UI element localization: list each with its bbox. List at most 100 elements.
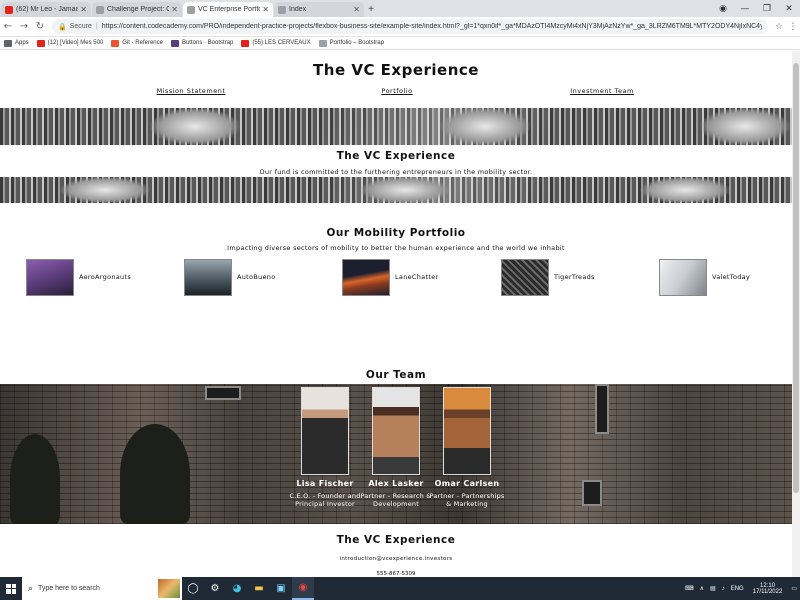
portfolio-item-name: AutoBueno — [237, 273, 276, 281]
tab-label: VC Enterprise Portfolio — [198, 6, 261, 13]
restore-icon[interactable]: ❐ — [756, 0, 778, 17]
clock-date: 17/11/2022 — [752, 588, 783, 595]
member-name: Alex Lasker — [368, 479, 424, 488]
chrome-icon[interactable]: ◉ — [292, 577, 314, 600]
reload-icon[interactable]: ↻ — [32, 17, 48, 37]
browser-tab-index[interactable]: Index ✕ — [274, 2, 364, 17]
bookmark-label: Git - Reference — [122, 40, 163, 46]
site-title: The VC Experience — [313, 61, 479, 79]
portfolio-item-valettoday: ValetToday — [659, 258, 750, 296]
forward-arrow-icon[interactable]: → — [16, 17, 32, 37]
nav-link-mission-statement[interactable]: Mission Statement — [157, 87, 226, 95]
browser-tab-challenge-project[interactable]: Challenge Project: Comp ✕ — [92, 2, 182, 17]
bookmark-label: Buttons · Bootstrap — [181, 40, 234, 46]
bookmark-git[interactable]: Git - Reference — [111, 39, 163, 47]
search-highlight-art — [158, 579, 180, 598]
nav-link-investment-team[interactable]: Investment Team — [570, 87, 634, 95]
youtube-icon — [241, 39, 250, 47]
member-photo — [301, 387, 349, 475]
bookmark-label: (55) LES CERVEAUX — [252, 40, 311, 46]
tab-label: Challenge Project: Comp — [107, 6, 170, 13]
tab-close-icon[interactable]: ✕ — [171, 5, 178, 14]
team-member-lisa-fischer: Lisa Fischer C.E.O. - Founder and Princi… — [285, 384, 365, 508]
close-window-icon[interactable]: ✕ — [778, 0, 800, 17]
browser-tab-vc-portfolio[interactable]: VC Enterprise Portfolio ✕ — [183, 2, 273, 17]
file-explorer-icon[interactable]: ▬ — [248, 577, 270, 600]
tab-close-icon[interactable]: ✕ — [80, 5, 87, 14]
team-member-alex-lasker: Alex Lasker Partner - Research & Develop… — [356, 384, 436, 508]
volume-icon[interactable]: ♪ — [722, 586, 725, 592]
profile-icon[interactable]: ◉ — [712, 0, 734, 17]
search-placeholder: Type here to search — [38, 585, 100, 592]
tab-close-icon[interactable]: ✕ — [262, 5, 269, 14]
nav-link-portfolio[interactable]: Portfolio — [381, 87, 412, 95]
site-nav: Mission Statement Portfolio Investment T… — [0, 87, 792, 99]
search-icon: ⌕ — [28, 583, 34, 593]
background-tree — [10, 434, 60, 524]
page-icon — [318, 39, 327, 47]
footer-email: introduction@vcexperience.investors — [339, 556, 453, 562]
keyboard-icon[interactable]: ⌨ — [685, 585, 694, 592]
tab-close-icon[interactable]: ✕ — [353, 5, 360, 14]
lock-icon: 🔒 — [58, 23, 67, 31]
team-section: Lisa Fischer C.E.O. - Founder and Princi… — [0, 384, 792, 524]
network-icon[interactable]: ▤ — [710, 585, 716, 592]
security-label: Secure — [69, 23, 92, 30]
apps-grid-icon — [4, 39, 12, 47]
store-icon[interactable]: ▣ — [270, 577, 292, 600]
bookmark-label: (12) [Video] Mes 500 — [47, 40, 104, 46]
bookmark-star-icon[interactable]: ☆ — [772, 17, 786, 37]
git-icon — [111, 39, 120, 47]
bookmark-cerveaux[interactable]: (55) LES CERVEAUX — [241, 39, 311, 47]
portfolio-item-tigertreads: TigerTreads — [501, 258, 595, 296]
edge-browser-icon[interactable]: ◕ — [226, 577, 248, 600]
notifications-icon[interactable]: ▭ — [791, 585, 797, 592]
portfolio-title: Our Mobility Portfolio — [326, 227, 466, 239]
member-role: C.E.O. - Founder and Principal Investor — [289, 492, 361, 508]
address-bar[interactable]: 🔒 Secure | https://content.codecademy.co… — [52, 19, 768, 34]
task-view-icon[interactable]: ◯ — [182, 577, 204, 600]
team-member-omar-carlsen: Omar Carlsen Partner - Partnerships & Ma… — [427, 384, 507, 508]
hero-title: The VC Experience — [336, 150, 456, 162]
taskbar-clock[interactable]: 12:10 17/11/2022 — [753, 583, 783, 595]
portfolio-item-lanechatter: LaneChatter — [342, 258, 438, 296]
portfolio-thumbnail — [342, 258, 390, 296]
hero-image-bottom — [0, 177, 792, 203]
back-arrow-icon[interactable]: ← — [0, 17, 16, 37]
page-viewport: The VC Experience Mission Statement Port… — [0, 51, 792, 577]
bookmark-apps[interactable]: Apps — [4, 39, 29, 47]
background-tree — [120, 424, 190, 524]
portfolio-item-name: TigerTreads — [554, 273, 595, 281]
page-favicon-icon — [96, 5, 104, 14]
widgets-icon[interactable]: ⚙ — [204, 577, 226, 600]
bookmark-portfolio[interactable]: Portfolio – Bootstrap — [318, 39, 384, 47]
portfolio-item-name: LaneChatter — [395, 273, 439, 281]
portfolio-thumbnail — [659, 258, 707, 296]
system-tray: ⌨ ∧ ▤ ♪ ENG 12:10 17/11/2022 ▭ — [682, 577, 800, 600]
scrollbar-thumb[interactable] — [793, 63, 799, 493]
youtube-icon — [36, 39, 45, 47]
start-button[interactable] — [0, 577, 22, 600]
browser-tab-youtube[interactable]: (62) Mr Leo - Jamais-Jam ✕ — [1, 2, 91, 17]
member-name: Lisa Fischer — [296, 479, 354, 488]
taskbar-search-box[interactable]: ⌕ Type here to search — [22, 577, 182, 600]
tray-chevron-up-icon[interactable]: ∧ — [700, 585, 704, 592]
background-window — [582, 480, 602, 506]
member-photo — [372, 387, 420, 475]
bookmark-video[interactable]: (12) [Video] Mes 500 — [36, 39, 104, 47]
page-scrollbar[interactable] — [792, 51, 800, 577]
member-role: Partner - Research & Development — [360, 492, 432, 508]
bookmark-bootstrap-buttons[interactable]: Buttons · Bootstrap — [170, 39, 234, 47]
browser-toolbar: ← → ↻ 🔒 Secure | https://content.codecad… — [0, 17, 800, 37]
bootstrap-icon — [170, 39, 179, 47]
new-tab-button[interactable]: + — [364, 2, 378, 17]
address-separator: | — [95, 23, 98, 30]
bookmarks-bar: Apps (12) [Video] Mes 500 Git - Referenc… — [0, 37, 800, 50]
portfolio-item-name: AeroArgonauts — [79, 273, 132, 281]
hero-text: Our fund is committed to the furthering … — [259, 168, 533, 176]
language-indicator[interactable]: ENG — [731, 586, 744, 592]
portfolio-item-autobueno: AutoBueno — [184, 258, 275, 296]
minimize-icon[interactable]: — — [734, 0, 756, 17]
portfolio-thumbnail — [501, 258, 549, 296]
menu-dots-icon[interactable]: ⋮ — [786, 17, 800, 37]
